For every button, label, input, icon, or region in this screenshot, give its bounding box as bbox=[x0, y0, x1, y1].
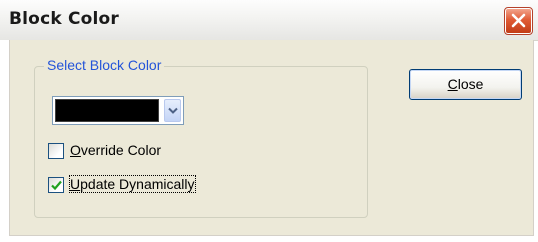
close-button[interactable]: Close bbox=[409, 69, 522, 100]
window-close-button[interactable] bbox=[504, 7, 533, 35]
block-color-dialog: Block Color Select Block Color Override … bbox=[0, 0, 538, 242]
block-color-dropdown[interactable] bbox=[52, 96, 184, 125]
checkmark-icon bbox=[51, 180, 62, 191]
title-bar[interactable]: Block Color bbox=[0, 0, 538, 41]
checkbox-box[interactable] bbox=[48, 177, 64, 193]
group-legend: Select Block Color bbox=[44, 57, 165, 73]
override-color-label: Override Color bbox=[70, 142, 162, 158]
window-frame bbox=[0, 40, 9, 242]
color-swatch bbox=[55, 99, 159, 122]
dialog-title: Block Color bbox=[9, 9, 120, 29]
update-dynamically-label: Update Dynamically bbox=[69, 175, 196, 193]
dropdown-button[interactable] bbox=[164, 99, 181, 122]
close-icon bbox=[511, 13, 526, 28]
chevron-down-icon bbox=[168, 107, 178, 114]
checkbox-box[interactable] bbox=[48, 143, 64, 159]
